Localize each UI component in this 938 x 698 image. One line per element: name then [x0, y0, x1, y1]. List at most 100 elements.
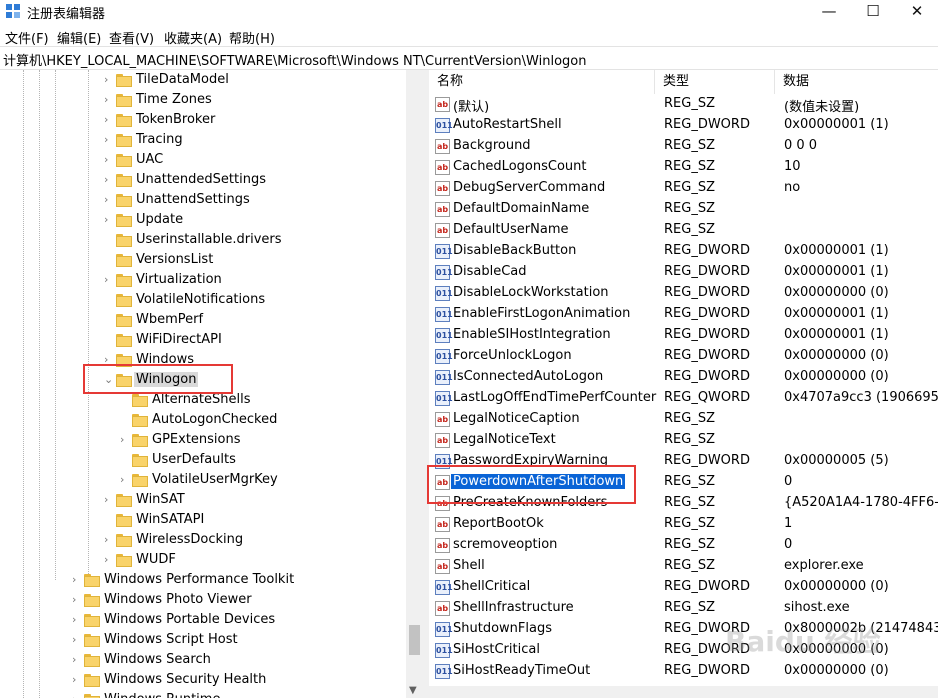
chevron-right-icon[interactable]: › [104, 114, 114, 126]
address-bar[interactable]: 计算机\HKEY_LOCAL_MACHINE\SOFTWARE\Microsof… [0, 46, 938, 70]
list-horizontal-scrollbar[interactable] [429, 686, 938, 698]
tree-node[interactable]: › Virtualization [0, 270, 406, 290]
value-row[interactable]: ab LegalNoticeCaption REG_SZ [429, 409, 938, 430]
chevron-right-icon[interactable]: › [104, 174, 114, 186]
value-row[interactable]: ab ReportBootOk REG_SZ 1 [429, 514, 938, 535]
tree-node-label: UnattendedSettings [136, 172, 266, 187]
tree-node[interactable]: WiFiDirectAPI [0, 330, 406, 350]
chevron-right-icon[interactable]: › [104, 274, 114, 286]
tree-node[interactable]: › Windows Performance Toolkit [0, 570, 406, 590]
tree-node[interactable]: WinSATAPI [0, 510, 406, 530]
tree-node[interactable]: VolatileNotifications [0, 290, 406, 310]
chevron-right-icon[interactable]: › [104, 74, 114, 86]
value-row[interactable]: 011 EnableSIHostIntegration REG_DWORD 0x000… [429, 325, 938, 346]
value-row[interactable]: 011 DisableCad REG_DWORD 0x00000001 (1) [429, 262, 938, 283]
minimize-button[interactable]: — [806, 0, 852, 22]
chevron-right-icon[interactable]: › [104, 154, 114, 166]
chevron-right-icon[interactable]: › [72, 654, 82, 666]
value-row[interactable]: ab (默认) REG_SZ (数值未设置) [429, 94, 938, 115]
tree-node-label: TileDataModel [136, 72, 229, 87]
folder-icon [116, 173, 132, 187]
value-row[interactable]: 011 AutoRestartShell REG_DWORD 0x00000001 (… [429, 115, 938, 136]
maximize-button[interactable]: ☐ [850, 0, 896, 22]
tree-node[interactable]: › Windows Search [0, 650, 406, 670]
chevron-right-icon[interactable]: › [72, 694, 82, 698]
value-row[interactable]: ab ShellInfrastructure REG_SZ sihost.exe [429, 598, 938, 619]
value-row[interactable]: ab Shell REG_SZ explorer.exe [429, 556, 938, 577]
chevron-right-icon[interactable]: › [120, 474, 130, 486]
tree-node[interactable]: UserDefaults [0, 450, 406, 470]
menu-edit[interactable]: 编辑(E) [57, 28, 101, 47]
value-row[interactable]: 011 EnableFirstLogonAnimation REG_DWORD 0x0… [429, 304, 938, 325]
chevron-right-icon[interactable]: › [72, 594, 82, 606]
tree-node[interactable]: › GPExtensions [0, 430, 406, 450]
tree-node[interactable]: › Windows Portable Devices [0, 610, 406, 630]
column-header-name[interactable]: 名称 [429, 70, 655, 94]
chevron-right-icon[interactable]: › [72, 574, 82, 586]
tree-node[interactable]: › UnattendSettings [0, 190, 406, 210]
chevron-right-icon[interactable]: › [72, 634, 82, 646]
tree-node[interactable]: Userinstallable.drivers [0, 230, 406, 250]
chevron-right-icon[interactable]: › [104, 494, 114, 506]
tree-node[interactable]: VersionsList [0, 250, 406, 270]
menu-help[interactable]: 帮助(H) [229, 28, 275, 47]
value-row[interactable]: 011 SiHostReadyTimeOut REG_DWORD 0x00000000… [429, 661, 938, 682]
tree-node[interactable]: › WinSAT [0, 490, 406, 510]
column-header-type[interactable]: 类型 [655, 70, 775, 94]
tree-node[interactable]: › UnattendedSettings [0, 170, 406, 190]
chevron-right-icon[interactable]: › [104, 554, 114, 566]
value-row[interactable]: ab CachedLogonsCount REG_SZ 10 [429, 157, 938, 178]
tree-node[interactable]: AutoLogonChecked [0, 410, 406, 430]
highlight-winlogon [83, 364, 233, 394]
tree-scrollbar[interactable]: ▼ [406, 70, 423, 698]
chevron-right-icon[interactable]: › [72, 614, 82, 626]
value-row[interactable]: 011 ShellCritical REG_DWORD 0x00000000 (0) [429, 577, 938, 598]
value-row[interactable]: ab scremoveoption REG_SZ 0 [429, 535, 938, 556]
tree-node-label: Windows Script Host [104, 632, 238, 647]
tree-node[interactable]: › TokenBroker [0, 110, 406, 130]
chevron-right-icon[interactable]: › [104, 194, 114, 206]
tree-node[interactable]: › WirelessDocking [0, 530, 406, 550]
menu-view[interactable]: 查看(V) [109, 28, 154, 47]
value-row[interactable]: 011 IsConnectedAutoLogon REG_DWORD 0x000000… [429, 367, 938, 388]
tree-node[interactable]: › UAC [0, 150, 406, 170]
close-button[interactable]: ✕ [894, 0, 938, 22]
menu-file[interactable]: 文件(F) [5, 28, 49, 47]
menu-favorites[interactable]: 收藏夹(A) [164, 28, 222, 47]
tree-node-label: Windows Portable Devices [104, 612, 276, 627]
tree-node[interactable]: › Tracing [0, 130, 406, 150]
tree-node[interactable]: › Windows Security Health [0, 670, 406, 690]
value-row[interactable]: ab DebugServerCommand REG_SZ no [429, 178, 938, 199]
value-row[interactable]: ab DefaultDomainName REG_SZ [429, 199, 938, 220]
tree-node[interactable]: › Update [0, 210, 406, 230]
tree-node[interactable]: › Windows Runtime [0, 690, 406, 698]
tree-node[interactable]: › VolatileUserMgrKey [0, 470, 406, 490]
value-row[interactable]: ab DefaultUserName REG_SZ [429, 220, 938, 241]
tree-node[interactable]: › WUDF [0, 550, 406, 570]
tree-node-label: Windows Photo Viewer [104, 592, 252, 607]
value-type: REG_SZ [664, 432, 715, 447]
binary-value-icon: 011 [435, 622, 453, 637]
value-row[interactable]: 011 ForceUnlockLogon REG_DWORD 0x00000000 (… [429, 346, 938, 367]
scroll-down-arrow-icon[interactable]: ▼ [409, 685, 417, 696]
value-row[interactable]: 011 DisableLockWorkstation REG_DWORD 0x0000… [429, 283, 938, 304]
chevron-right-icon[interactable]: › [72, 674, 82, 686]
chevron-right-icon[interactable]: › [104, 94, 114, 106]
value-row[interactable]: ab Background REG_SZ 0 0 0 [429, 136, 938, 157]
chevron-right-icon[interactable]: › [104, 534, 114, 546]
value-row[interactable]: 011 LastLogOffEndTimePerfCounter REG_QWORD… [429, 388, 938, 409]
tree-node[interactable]: › Time Zones [0, 90, 406, 110]
chevron-right-icon[interactable]: › [104, 214, 114, 226]
value-type: REG_SZ [664, 159, 715, 174]
value-row[interactable]: 011 DisableBackButton REG_DWORD 0x00000001 … [429, 241, 938, 262]
value-name: LastLogOffEndTimePerfCounter [453, 390, 657, 405]
tree-node[interactable]: › TileDataModel [0, 70, 406, 90]
tree-node[interactable]: WbemPerf [0, 310, 406, 330]
column-header-data[interactable]: 数据 [775, 70, 938, 94]
value-row[interactable]: ab LegalNoticeText REG_SZ [429, 430, 938, 451]
chevron-right-icon[interactable]: › [120, 434, 130, 446]
chevron-right-icon[interactable]: › [104, 134, 114, 146]
tree-node[interactable]: › Windows Script Host [0, 630, 406, 650]
tree-node[interactable]: › Windows Photo Viewer [0, 590, 406, 610]
tree-scrollbar-thumb[interactable] [409, 625, 420, 655]
